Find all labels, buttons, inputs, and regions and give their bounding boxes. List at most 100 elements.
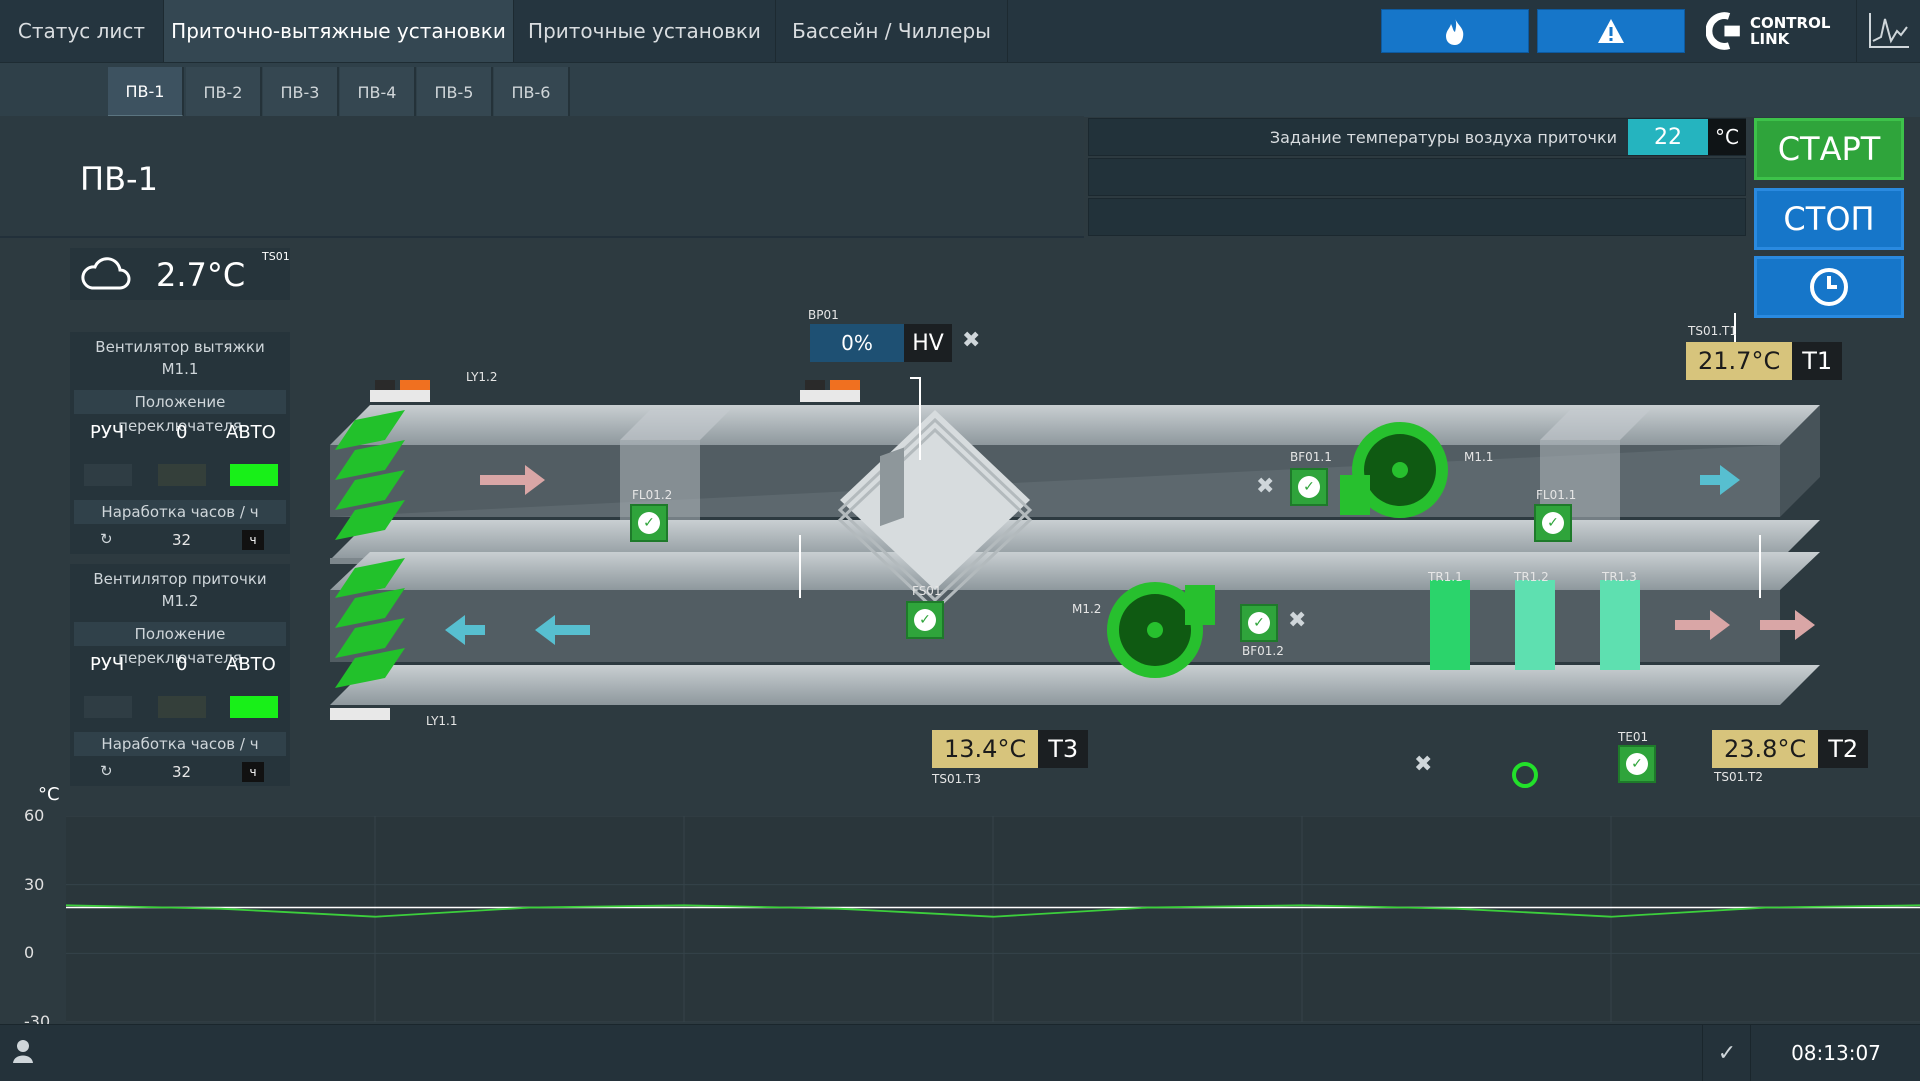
exhaust-switch-label: Положение переключателя xyxy=(74,390,286,435)
t3-label: T3 xyxy=(1038,730,1089,768)
alarm-button[interactable] xyxy=(1537,9,1685,53)
trend-chart-canvas xyxy=(65,815,1920,1023)
supply-hours-label: Наработка часов / ч xyxy=(74,732,286,756)
supply-pos-off-indicator[interactable] xyxy=(158,696,206,718)
heater-tr12 xyxy=(1515,580,1555,670)
tab-supply-exhaust-units[interactable]: Приточно-вытяжные установки xyxy=(164,0,514,62)
check-icon: ✓ xyxy=(1542,512,1564,534)
bp01-tag: BP01 xyxy=(808,308,839,322)
setpoint-row: Задание температуры воздуха приточки 22 … xyxy=(1088,118,1746,156)
brand-logo: CONTROL LINK xyxy=(1706,6,1846,56)
filter-fl012-label: FL01.2 xyxy=(632,488,673,502)
supply-fan-panel: Вентилятор приточки М1.2 Положение перек… xyxy=(70,564,290,786)
setpoint-unit: °C xyxy=(1708,119,1746,155)
trend-chart[interactable] xyxy=(65,815,1920,1023)
filter-fl011-status[interactable]: ✓ xyxy=(1534,504,1572,542)
supply-pos-auto-indicator[interactable] xyxy=(230,696,278,718)
filter-fl011-label: FL01.1 xyxy=(1536,488,1577,502)
t1-sensor[interactable]: 21.7°C T1 xyxy=(1686,342,1843,380)
wrench-icon[interactable]: ✖ xyxy=(1414,752,1432,777)
clock-time: 08:13:07 xyxy=(1750,1025,1920,1081)
te01-status[interactable]: ✓ xyxy=(1618,745,1656,783)
supply-pos-manual: РУЧ xyxy=(90,654,125,675)
supply-hours-value: 32 xyxy=(172,763,192,781)
wrench-icon[interactable]: ✖ xyxy=(1288,608,1306,633)
supply-hours-unit: ч xyxy=(242,762,264,782)
tab-supply-units[interactable]: Приточные установки xyxy=(514,0,776,62)
outdoor-temp-tag: TS01 xyxy=(262,250,290,263)
tab-status-list[interactable]: Статус лист xyxy=(0,0,164,62)
subtab-pv1[interactable]: ПВ-1 xyxy=(108,67,184,117)
exhaust-pos-off: 0 xyxy=(176,422,188,443)
fs01-label: FS01 xyxy=(912,584,942,598)
setpoint-value-field[interactable]: 22 xyxy=(1628,119,1708,155)
control-link-logo-icon xyxy=(1706,12,1740,50)
trend-button[interactable] xyxy=(1856,0,1920,62)
actuator-ly11 xyxy=(330,708,390,720)
fan-m12 xyxy=(1107,582,1215,678)
wrench-icon[interactable]: ✖ xyxy=(1256,474,1274,499)
t3-sensor[interactable]: 13.4°C T3 xyxy=(932,730,1089,768)
bf012-status[interactable]: ✓ xyxy=(1240,604,1278,642)
te01-label: TE01 xyxy=(1618,730,1649,744)
bf011-label: BF01.1 xyxy=(1290,450,1332,464)
trend-chart-icon xyxy=(1869,13,1909,48)
fan-m12-label: M1.2 xyxy=(1072,602,1102,616)
exhaust-fan-id: М1.1 xyxy=(161,360,199,378)
ahu-diagram xyxy=(330,313,1820,720)
fire-alarm-button[interactable] xyxy=(1381,9,1529,53)
fs01-status[interactable]: ✓ xyxy=(906,601,944,639)
t2-value: 23.8°C xyxy=(1712,730,1819,768)
heater-tr13 xyxy=(1600,580,1640,670)
check-icon: ✓ xyxy=(1626,753,1648,775)
bf011-status[interactable]: ✓ xyxy=(1290,468,1328,506)
brand-text: CONTROL LINK xyxy=(1749,14,1831,48)
exhaust-pos-manual-indicator[interactable] xyxy=(84,464,132,486)
bp01-value[interactable]: 0% xyxy=(810,324,904,362)
check-icon: ✓ xyxy=(1298,476,1320,498)
bf012-label: BF01.2 xyxy=(1242,644,1284,658)
check-icon: ✓ xyxy=(1248,612,1270,634)
unit-subtabs: ПВ-1 ПВ-2 ПВ-3 ПВ-4 ПВ-5 ПВ-6 xyxy=(0,62,1920,117)
info-row-3 xyxy=(1088,198,1746,236)
outdoor-temp-value: 2.7°C xyxy=(156,256,246,294)
lower-duct-top xyxy=(330,552,1820,590)
subtab-pv5[interactable]: ПВ-5 xyxy=(417,67,493,117)
t2-tag: TS01.T2 xyxy=(1714,770,1763,784)
subtab-pv2[interactable]: ПВ-2 xyxy=(186,67,262,117)
subtab-pv3[interactable]: ПВ-3 xyxy=(263,67,339,117)
reset-icon[interactable]: ↻ xyxy=(100,762,113,780)
outdoor-temp-panel: 2.7°C TS01 xyxy=(70,248,290,300)
filter-fl012-status[interactable]: ✓ xyxy=(630,504,668,542)
t2-sensor[interactable]: 23.8°C T2 xyxy=(1712,730,1869,768)
subtab-pv6[interactable]: ПВ-6 xyxy=(494,67,570,117)
reset-icon[interactable]: ↻ xyxy=(100,530,113,548)
y-tick-label: 0 xyxy=(24,943,35,963)
heater-tr11 xyxy=(1430,580,1470,670)
header-area xyxy=(0,116,1084,238)
exhaust-hours-unit: ч xyxy=(242,530,264,550)
t1-label: T1 xyxy=(1792,342,1843,380)
t3-tag: TS01.T3 xyxy=(932,772,981,786)
exhaust-pos-auto-indicator[interactable] xyxy=(230,464,278,486)
user-icon[interactable] xyxy=(12,1039,34,1063)
setpoint-label: Задание температуры воздуха приточки xyxy=(1269,128,1617,147)
supply-pos-manual-indicator[interactable] xyxy=(84,696,132,718)
start-button[interactable]: СТАРТ xyxy=(1754,118,1904,180)
tab-pool-chillers[interactable]: Бассейн / Чиллеры xyxy=(776,0,1008,62)
cloud-icon xyxy=(81,257,131,290)
bp01-mode: HV xyxy=(904,324,952,362)
power-icon[interactable] xyxy=(1512,762,1538,788)
check-icon: ✓ xyxy=(638,512,660,534)
warning-icon xyxy=(1598,19,1624,43)
stop-button[interactable]: СТОП xyxy=(1754,188,1904,250)
info-row-2 xyxy=(1088,158,1746,196)
wrench-icon[interactable]: ✖ xyxy=(962,328,980,353)
t1-tag: TS01.T1 xyxy=(1688,324,1737,338)
subtab-pv4[interactable]: ПВ-4 xyxy=(340,67,416,117)
exhaust-pos-off-indicator[interactable] xyxy=(158,464,206,486)
check-icon[interactable]: ✓ xyxy=(1702,1025,1751,1081)
supply-pos-off: 0 xyxy=(176,654,188,675)
flame-icon xyxy=(1446,18,1464,45)
heater-tr11-label: TR1.1 xyxy=(1428,570,1463,584)
